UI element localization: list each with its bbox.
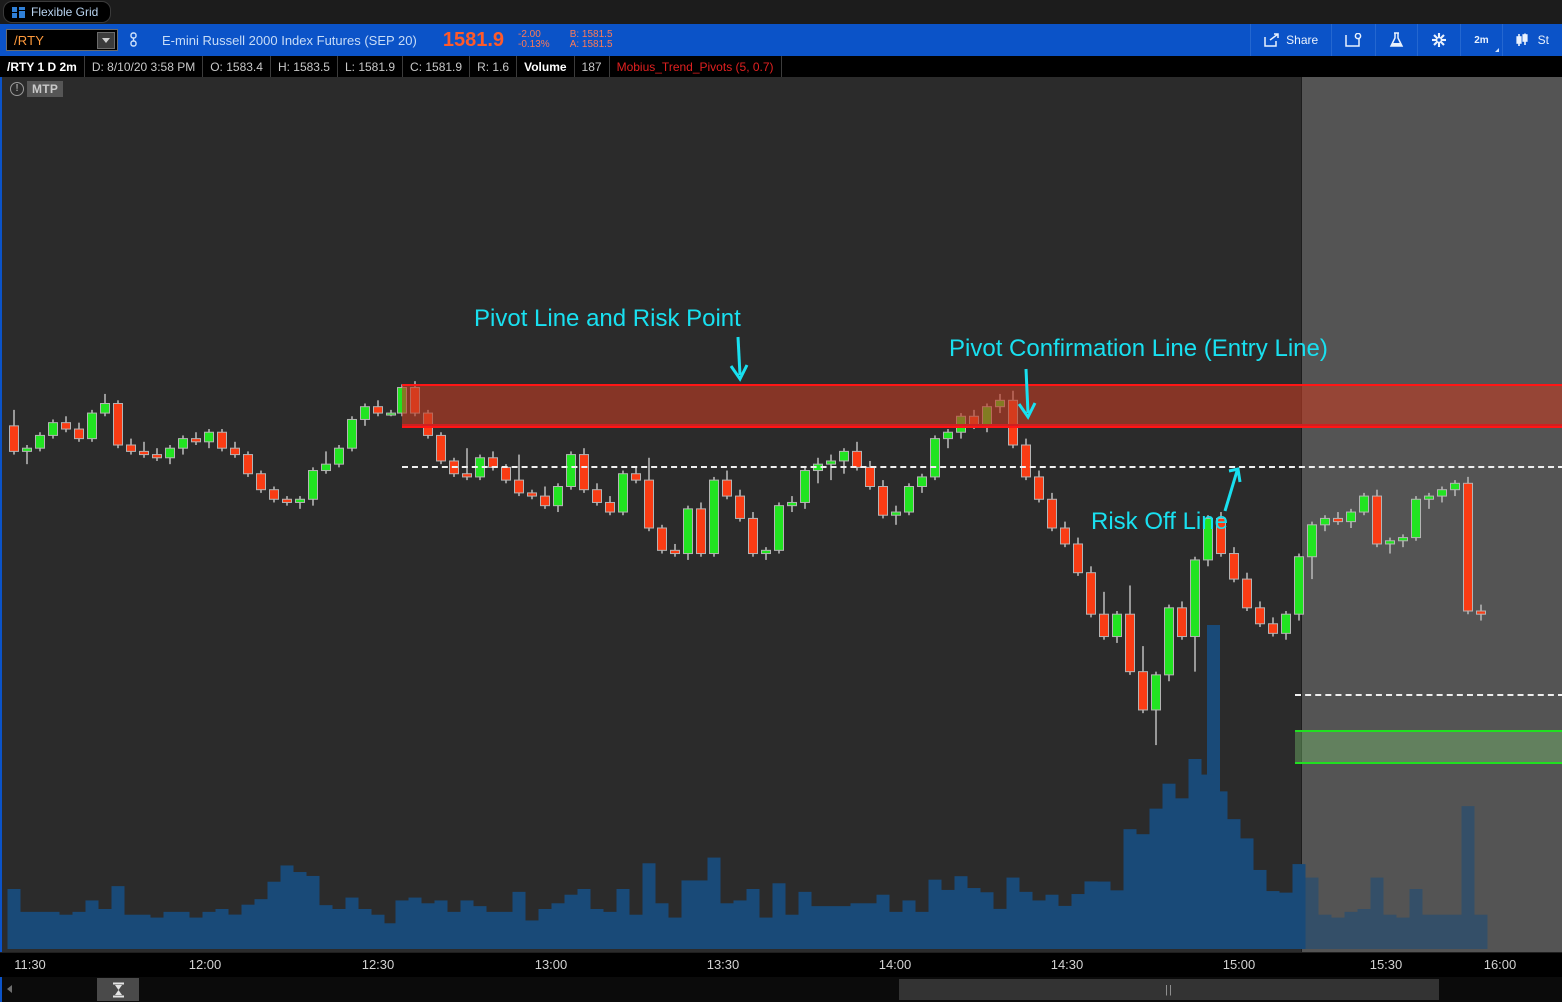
- share-icon: [1264, 33, 1279, 47]
- last-price: 1581.9: [442, 28, 504, 51]
- timeframe-corner-icon: [1494, 48, 1499, 52]
- link-glyph: [129, 32, 137, 47]
- risk-off-line: [402, 466, 1562, 468]
- pivot-confirmation-line: [402, 424, 1562, 426]
- timeframe-button[interactable]: 2m: [1460, 24, 1501, 56]
- x-tick: 13:00: [534, 957, 568, 972]
- thinkorswim-chart-window: Flexible Grid /RTY E-mini Russell 2000 I…: [0, 0, 1562, 1002]
- bottom-bar: ||: [0, 977, 1562, 1002]
- gear-icon: [1432, 33, 1447, 47]
- tab-label: Flexible Grid: [31, 5, 99, 19]
- screenshot-button[interactable]: [1331, 24, 1375, 56]
- scroll-left-icon[interactable]: [7, 985, 12, 993]
- x-tick: 13:30: [706, 957, 740, 972]
- symbol-value: /RTY: [14, 32, 45, 48]
- share-label: Share: [1286, 33, 1319, 47]
- style-label: St: [1537, 33, 1549, 47]
- change-block: -2.00 -0.13%: [518, 29, 550, 51]
- x-tick: 12:00: [188, 957, 222, 972]
- info-low: L: 1581.9: [338, 56, 404, 77]
- candlestick-series: [7, 381, 1488, 949]
- annotation-arrow-riskoff: [1223, 467, 1242, 512]
- info-volume-label: Volume: [517, 56, 575, 77]
- chart-info-bar: /RTY 1 D 2m D: 8/10/20 3:58 PM O: 1583.4…: [0, 56, 1562, 77]
- tab-strip: Flexible Grid: [0, 0, 1562, 24]
- x-tick: 15:30: [1369, 957, 1403, 972]
- annotation-risk-off: Risk Off Line: [1091, 508, 1228, 535]
- symbol-input[interactable]: /RTY: [6, 29, 118, 51]
- mtp-label: MTP: [27, 81, 64, 97]
- info-study-name[interactable]: Mobius_Trend_Pivots (5, 0.7): [610, 56, 782, 77]
- x-tick: 12:30: [361, 957, 395, 972]
- timeframe-label: 2m: [1474, 34, 1489, 46]
- time-axis: 11:30 12:00 12:30 13:00 13:30 14:00 14:3…: [0, 952, 1562, 977]
- x-tick: 16:00: [1483, 957, 1517, 972]
- symbol-bar: /RTY E-mini Russell 2000 Index Futures (…: [0, 24, 1562, 56]
- x-tick: 11:30: [14, 957, 46, 972]
- tab-flexible-grid[interactable]: Flexible Grid: [3, 1, 112, 23]
- chart-toolbar: Share 2m St: [1250, 24, 1562, 56]
- x-tick: 14:30: [1050, 957, 1084, 972]
- style-button[interactable]: St: [1501, 24, 1562, 56]
- scrollbar-grip: ||: [1165, 983, 1173, 996]
- annotation-pivot-line: Pivot Line and Risk Point: [474, 305, 741, 332]
- info-close: C: 1581.9: [403, 56, 471, 77]
- price-chart[interactable]: ! MTP Pivot Line and Risk Point Pivot Co…: [0, 77, 1562, 952]
- percent-change: -0.13%: [518, 39, 550, 50]
- ask-value: A: 1581.5: [569, 39, 613, 50]
- info-open: O: 1583.4: [203, 56, 271, 77]
- time-range-button[interactable]: [97, 978, 139, 1001]
- symbol-description: E-mini Russell 2000 Index Futures (SEP 2…: [162, 32, 417, 48]
- bid-ask-block: B: 1581.5 A: 1581.5: [569, 29, 613, 51]
- mtp-badge[interactable]: ! MTP: [10, 81, 64, 97]
- info-volume-value: 187: [575, 56, 610, 77]
- flask-icon: [1389, 32, 1404, 47]
- annotation-arrow-pivot: [729, 336, 749, 382]
- grid-icon: [12, 6, 25, 18]
- x-tick: 15:00: [1222, 957, 1256, 972]
- info-date: D: 8/10/20 3:58 PM: [85, 56, 204, 77]
- chevron-down-icon[interactable]: [97, 32, 115, 49]
- annotation-arrow-confirmation: [1017, 368, 1037, 420]
- pivot-risk-zone: [402, 384, 1562, 428]
- studies-button[interactable]: [1375, 24, 1417, 56]
- lower-risk-off-line: [1295, 694, 1562, 696]
- chart-title: /RTY 1 D 2m: [0, 56, 85, 77]
- lower-risk-zone: [1295, 730, 1562, 764]
- style-icon: [1516, 33, 1528, 46]
- settings-button[interactable]: [1417, 24, 1460, 56]
- info-range: R: 1.6: [470, 56, 518, 77]
- info-high: H: 1583.5: [271, 56, 338, 77]
- share-button[interactable]: Share: [1250, 24, 1331, 56]
- horizontal-scrollbar[interactable]: ||: [899, 979, 1439, 1000]
- info-icon: !: [10, 82, 24, 96]
- hourglass-icon: [112, 982, 124, 997]
- screenshot-icon: [1345, 32, 1362, 47]
- x-tick: 14:00: [878, 957, 912, 972]
- annotation-pivot-confirmation: Pivot Confirmation Line (Entry Line): [949, 335, 1328, 362]
- link-icon[interactable]: [126, 30, 140, 50]
